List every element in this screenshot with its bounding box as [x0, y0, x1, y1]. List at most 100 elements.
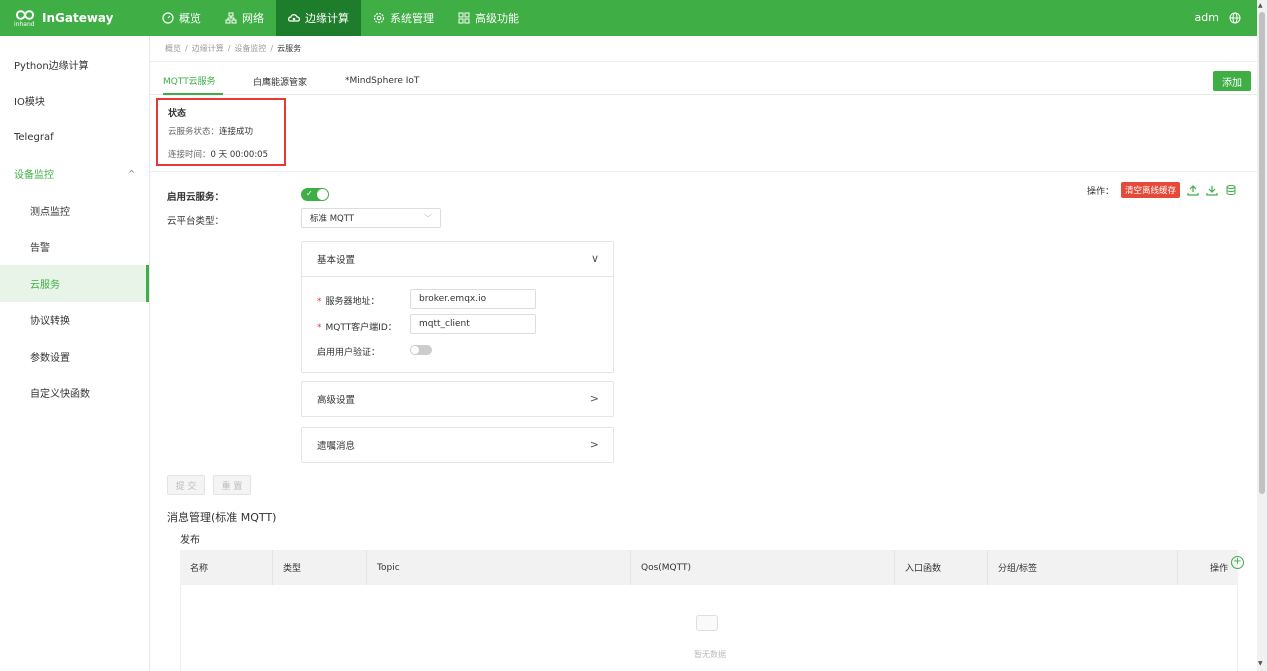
submit-button[interactable]: 提 交 — [167, 475, 205, 495]
server-address-text: 服务器地址： — [325, 297, 380, 307]
database-icon[interactable] — [1225, 184, 1237, 196]
time-value: 0 天 00:00:05 — [210, 150, 269, 160]
upload-icon[interactable] — [1187, 184, 1199, 196]
enable-cloud-label: 启用云服务： — [167, 192, 225, 203]
sidebar-item-protocol[interactable]: 协议转换 — [0, 302, 149, 339]
edge-compute-icon — [288, 14, 300, 22]
scroll-down-icon[interactable]: ▼ — [1258, 660, 1263, 667]
breadcrumb-item[interactable]: 边缘计算 — [192, 43, 224, 54]
topnav-network[interactable]: 网络 — [213, 0, 276, 36]
advanced-settings-header[interactable]: 高级设置 > — [302, 382, 613, 416]
top-navigation-bar: inhand InGateway 概览 网络 边缘计算 系统管理 高级功能 ad… — [0, 0, 1257, 36]
server-address-input[interactable]: broker.emqx.io — [410, 289, 536, 309]
topnav-label: 边缘计算 — [305, 12, 349, 25]
sidebar-item-io[interactable]: IO模块 — [0, 83, 149, 120]
main-content: 概览 / 边缘计算 / 设备监控 / 云服务 MQTT云服务 白鹰能源管家 *Mind… — [150, 36, 1257, 671]
empty-state: 暂无数据 — [180, 585, 1238, 671]
client-id-input[interactable]: mqtt_client — [410, 314, 536, 334]
sidebar-item-device-monitor[interactable]: 设备监控 ^ — [0, 156, 149, 193]
add-button[interactable]: 添加 — [1213, 71, 1251, 91]
check-icon: ✓ — [306, 189, 313, 198]
topnav-dashboard[interactable]: 概览 — [150, 0, 213, 36]
page-scrollbar[interactable]: ▲ ▼ — [1257, 0, 1267, 671]
sidebar-item-label: 设备监控 — [14, 170, 54, 182]
client-id-label: * MQTT客户端ID： — [317, 320, 397, 333]
globe-icon[interactable] — [1229, 12, 1241, 24]
topnav-edge-compute[interactable]: 边缘计算 — [276, 0, 361, 36]
will-message-title: 遗嘱消息 — [317, 441, 356, 452]
operations-label: 操作： — [1086, 186, 1114, 197]
sidebar-item-label: IO模块 — [14, 97, 45, 109]
column-header-type: 类型 — [273, 550, 367, 585]
logo-icon: inhand — [14, 8, 38, 28]
status-panel: 状态 云服务状态：连接成功 连接时间：0 天 00:00:05 — [156, 98, 286, 166]
user-auth-toggle[interactable] — [410, 345, 432, 355]
chevron-right-icon: > — [589, 392, 599, 405]
sidebar-item-python[interactable]: Python边缘计算 — [0, 46, 149, 83]
reset-button[interactable]: 重 置 — [213, 475, 251, 495]
operations-bar: 操作： 清空离线缓存 — [1087, 182, 1237, 198]
will-message-panel: 遗嘱消息 > — [301, 427, 614, 463]
grid-icon — [458, 12, 470, 24]
column-header-group: 分组/标签 — [988, 550, 1178, 585]
breadcrumb: 概览 / 边缘计算 / 设备监控 / 云服务 — [150, 36, 1257, 62]
sidebar-item-cloud-service[interactable]: 云服务 — [0, 265, 149, 302]
breadcrumb-item[interactable]: 设备监控 — [234, 43, 266, 54]
clear-cache-button[interactable]: 清空离线缓存 — [1120, 182, 1180, 198]
user-auth-label: 启用用户验证： — [317, 348, 381, 358]
breadcrumb-item[interactable]: 概览 — [165, 43, 181, 54]
sidebar-item-alarm[interactable]: 告警 — [0, 229, 149, 266]
table-header: 名称 类型 Topic Qos(MQTT) 入口函数 分组/标签 操作 — [180, 550, 1238, 585]
chevron-right-icon: > — [589, 438, 599, 451]
topnav-advanced[interactable]: 高级功能 — [446, 0, 531, 36]
empty-box-icon — [696, 615, 718, 631]
empty-text: 暂无数据 — [694, 650, 726, 659]
divider — [150, 171, 1257, 172]
tab-bar: MQTT云服务 白鹰能源管家 *MindSphere IoT — [150, 67, 1257, 95]
breadcrumb-current: 云服务 — [277, 44, 302, 53]
scroll-thumb[interactable] — [1259, 12, 1265, 494]
sidebar-item-label: 参数设置 — [30, 352, 70, 364]
chevron-up-icon: ^ — [128, 169, 135, 179]
column-header-actions: 操作 — [1209, 564, 1228, 574]
sidebar-item-label: Python边缘计算 — [14, 60, 89, 72]
state-label: 云服务状态： — [168, 127, 220, 137]
logo-subtext: inhand — [14, 21, 35, 28]
tab-baiying[interactable]: 白鹰能源管家 — [253, 67, 307, 95]
user-area: adm — [1195, 11, 1241, 24]
basic-settings-body: * 服务器地址： broker.emqx.io * MQTT客户端ID： mqtt_… — [302, 276, 613, 372]
sidebar-item-label: 云服务 — [30, 279, 60, 291]
add-publish-icon[interactable]: + — [1231, 556, 1244, 569]
sidebar-item-params[interactable]: 参数设置 — [0, 338, 149, 375]
platform-type-label: 云平台类型： — [167, 216, 225, 227]
advanced-settings-title: 高级设置 — [317, 395, 356, 406]
brand-logo[interactable]: inhand InGateway — [14, 8, 113, 28]
sidebar-item-point-monitor[interactable]: 测点监控 — [0, 192, 149, 229]
tab-mindsphere[interactable]: *MindSphere IoT — [345, 67, 419, 95]
basic-settings-header[interactable]: 基本设置 ∨ — [302, 242, 613, 276]
topnav-system[interactable]: 系统管理 — [361, 0, 446, 36]
connection-time: 连接时间：0 天 00:00:05 — [168, 148, 274, 160]
sidebar-item-custom-func[interactable]: 自定义快函数 — [0, 375, 149, 412]
column-header-qos: Qos(MQTT) — [631, 550, 895, 585]
sidebar-item-label: 告警 — [30, 243, 50, 255]
chevron-down-icon: ∨ — [590, 252, 599, 265]
sidebar-item-label: 测点监控 — [30, 206, 70, 218]
user-menu[interactable]: adm — [1195, 11, 1219, 24]
enable-cloud-toggle[interactable]: ✓ — [301, 188, 329, 201]
column-header-topic: Topic — [367, 550, 631, 585]
platform-type-select[interactable]: 标准 MQTT ﹀ — [301, 208, 441, 228]
will-message-header[interactable]: 遗嘱消息 > — [302, 428, 613, 462]
settings-icon — [373, 12, 385, 24]
download-icon[interactable] — [1206, 184, 1218, 196]
scroll-up-icon[interactable]: ▲ — [1258, 2, 1263, 9]
tab-mqtt[interactable]: MQTT云服务 — [163, 67, 223, 95]
sidebar-item-telegraf[interactable]: Telegraf — [0, 119, 149, 156]
publish-title: 发布 — [180, 535, 200, 546]
status-title: 状态 — [168, 109, 187, 119]
required-mark: * — [317, 297, 322, 307]
topnav-label: 系统管理 — [390, 12, 434, 25]
brand-name: InGateway — [42, 11, 114, 25]
basic-settings-panel: 基本设置 ∨ * 服务器地址： broker.emqx.io * MQTT客户端ID… — [301, 241, 614, 373]
publish-table: 名称 类型 Topic Qos(MQTT) 入口函数 分组/标签 操作 — [180, 550, 1238, 585]
